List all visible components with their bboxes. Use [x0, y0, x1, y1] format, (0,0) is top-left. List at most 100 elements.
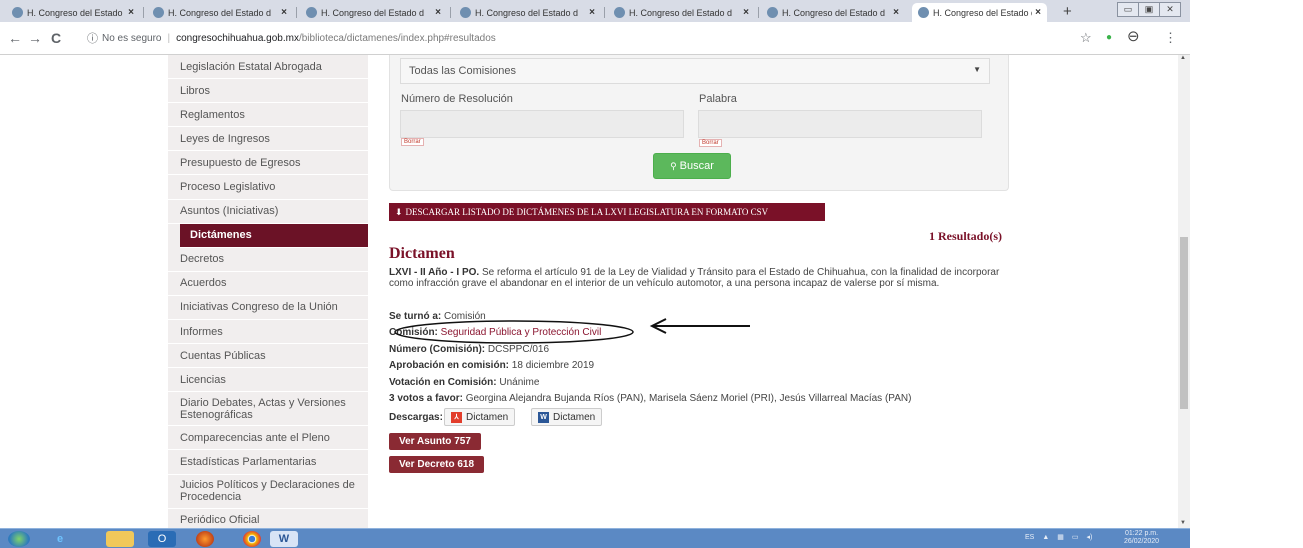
- sidebar-item[interactable]: Dictámenes: [180, 223, 368, 248]
- view-asunto-button[interactable]: Ver Asunto 757: [389, 433, 481, 450]
- maximize-button[interactable]: ▣: [1138, 2, 1160, 17]
- scroll-down-icon[interactable]: ▼: [1180, 520, 1186, 526]
- tab-favicon-icon: [153, 7, 164, 18]
- download-pdf-button[interactable]: ⅄ Dictamen: [444, 408, 516, 426]
- commission-select[interactable]: Todas las Comisiones ▼: [400, 58, 990, 84]
- outlook-icon[interactable]: O: [148, 531, 176, 547]
- menu-icon[interactable]: ⋮: [1164, 30, 1177, 46]
- language-indicator[interactable]: ES: [1025, 534, 1034, 541]
- sidebar-item[interactable]: Legislación Estatal Abrogada: [168, 55, 368, 80]
- search-button-label: Buscar: [679, 160, 714, 172]
- sidebar-item-label: Informes: [180, 325, 223, 338]
- download-icon: ⬇: [395, 206, 403, 217]
- address-bar: ← → C ⓘ No es seguro | congresochihuahua…: [0, 22, 1190, 55]
- network-icon[interactable]: ▦: [1057, 533, 1064, 541]
- sidebar-item-label: Periódico Oficial: [180, 514, 260, 527]
- browser-tab[interactable]: H. Congreso del Estado d ×: [454, 3, 601, 22]
- search-button[interactable]: ⚲ Buscar: [653, 153, 731, 179]
- sidebar-item[interactable]: Periódico Oficial: [168, 509, 368, 529]
- tab-title: H. Congreso del Estado d: [321, 7, 425, 18]
- page-scrollbar[interactable]: ▲ ▼: [1178, 55, 1190, 528]
- browser-tab[interactable]: H. Congreso del Estado d ×: [6, 3, 140, 22]
- clock[interactable]: 01:22 p.m. 26/02/2020: [1124, 530, 1159, 546]
- sidebar-item[interactable]: Iniciativas Congreso de la Unión: [168, 296, 368, 321]
- sidebar-item-label: Proceso Legislativo: [180, 181, 276, 194]
- browser-tab[interactable]: H. Congreso del Estado d ×: [912, 3, 1047, 22]
- sidebar-item[interactable]: Decretos: [168, 248, 368, 272]
- downloads-label: Descargas:: [389, 412, 443, 423]
- start-button-icon[interactable]: [8, 531, 30, 547]
- tab-title: H. Congreso del Estado d: [475, 7, 579, 18]
- url-field[interactable]: ⓘ No es seguro | congresochihuahua.gob.m…: [87, 28, 1067, 48]
- tray-expand-icon[interactable]: ▲: [1042, 534, 1049, 541]
- star-icon[interactable]: ☆: [1080, 30, 1092, 46]
- view-decreto-button[interactable]: Ver Decreto 618: [389, 456, 485, 473]
- sidebar-item-label: Leyes de Ingresos: [180, 132, 270, 145]
- sidebar-item[interactable]: Informes: [168, 320, 368, 345]
- clear-resolution-button[interactable]: Borrar: [401, 138, 424, 146]
- browser-tab[interactable]: H. Congreso del Estado d ×: [147, 3, 293, 22]
- info-icon[interactable]: ⓘ: [87, 30, 98, 46]
- downloads-label-row: Descargas:: [389, 412, 443, 423]
- tab-close-icon[interactable]: ×: [435, 7, 441, 18]
- new-tab-button[interactable]: +: [1063, 3, 1072, 20]
- resolution-input[interactable]: [400, 110, 684, 138]
- sidebar-item[interactable]: Libros: [168, 79, 368, 104]
- close-window-button[interactable]: ✕: [1159, 2, 1181, 17]
- sidebar-item[interactable]: Diario Debates, Actas y Versiones Esteno…: [168, 392, 368, 427]
- favor-value: Georgina Alejandra Bujanda Ríos (PAN), M…: [465, 393, 912, 404]
- download-csv-button[interactable]: ⬇ DESCARGAR LISTADO DE DICTÁMENES DE LA …: [389, 203, 825, 221]
- profile-icon[interactable]: ⊖: [1127, 27, 1140, 45]
- sidebar-item[interactable]: Presupuesto de Egresos: [168, 151, 368, 176]
- tab-close-icon[interactable]: ×: [589, 7, 595, 18]
- sidebar-item[interactable]: Comparecencias ante el Pleno: [168, 426, 368, 451]
- pdf-icon: ⅄: [451, 411, 462, 423]
- scroll-thumb[interactable]: [1180, 237, 1188, 409]
- download-word-button[interactable]: W Dictamen: [531, 408, 603, 426]
- sidebar-item[interactable]: Proceso Legislativo: [168, 175, 368, 200]
- tab-separator: [450, 7, 451, 18]
- tab-title: H. Congreso del Estado d: [933, 7, 1033, 18]
- display-icon[interactable]: ▭: [1072, 533, 1079, 541]
- browser-tab[interactable]: H. Congreso del Estado d ×: [761, 3, 905, 22]
- tab-close-icon[interactable]: ×: [281, 7, 287, 18]
- sidebar-item[interactable]: Leyes de Ingresos: [168, 127, 368, 152]
- sidebar-item[interactable]: Cuentas Públicas: [168, 344, 368, 369]
- tab-close-icon[interactable]: ×: [1035, 7, 1041, 18]
- sidebar-item[interactable]: Asuntos (Iniciativas): [168, 200, 368, 224]
- tab-close-icon[interactable]: ×: [128, 7, 134, 18]
- sidebar-item-label: Cuentas Públicas: [180, 349, 266, 362]
- sidebar-item[interactable]: Juicios Políticos y Declaraciones de Pro…: [168, 475, 368, 509]
- word-input[interactable]: [698, 110, 982, 138]
- browser-tab[interactable]: H. Congreso del Estado d ×: [608, 3, 755, 22]
- firefox-icon[interactable]: [196, 531, 214, 547]
- sidebar-item-label: Estadísticas Parlamentarias: [180, 455, 317, 468]
- chrome-icon[interactable]: [243, 531, 261, 547]
- result-heading: Dictamen: [389, 245, 455, 262]
- result-description-text: Se reforma el artículo 91 de la Ley de V…: [389, 267, 1000, 289]
- annotation-overlay: [394, 318, 750, 344]
- clear-word-button[interactable]: Borrar: [699, 139, 722, 147]
- tab-close-icon[interactable]: ×: [893, 7, 899, 18]
- browser-tab[interactable]: H. Congreso del Estado d ×: [300, 3, 447, 22]
- file-explorer-icon[interactable]: [106, 531, 134, 547]
- scroll-up-icon[interactable]: ▲: [1180, 55, 1186, 61]
- tab-favicon-icon: [12, 7, 23, 18]
- sidebar-item[interactable]: Acuerdos: [168, 272, 368, 296]
- sidebar-item-label: Decretos: [180, 253, 225, 266]
- forward-button[interactable]: →: [28, 30, 42, 46]
- minimize-button[interactable]: ▭: [1117, 2, 1139, 17]
- favor-row: 3 votos a favor: Georgina Alejandra Buja…: [389, 393, 911, 404]
- volume-icon[interactable]: ◂): [1087, 533, 1093, 541]
- reload-button[interactable]: C: [51, 30, 61, 46]
- back-button[interactable]: ←: [8, 30, 22, 46]
- word-taskbar-icon[interactable]: W: [270, 531, 298, 547]
- sidebar-item[interactable]: Reglamentos: [168, 103, 368, 128]
- sidebar-item-label: Reglamentos: [180, 108, 245, 121]
- tab-close-icon[interactable]: ×: [743, 7, 749, 18]
- sidebar-item[interactable]: Estadísticas Parlamentarias: [168, 450, 368, 475]
- internet-explorer-icon[interactable]: e: [46, 531, 74, 547]
- extension-icon[interactable]: ●: [1106, 32, 1112, 43]
- sidebar-item[interactable]: Licencias: [168, 368, 368, 393]
- sidebar-item-label: Dictámenes: [190, 229, 252, 242]
